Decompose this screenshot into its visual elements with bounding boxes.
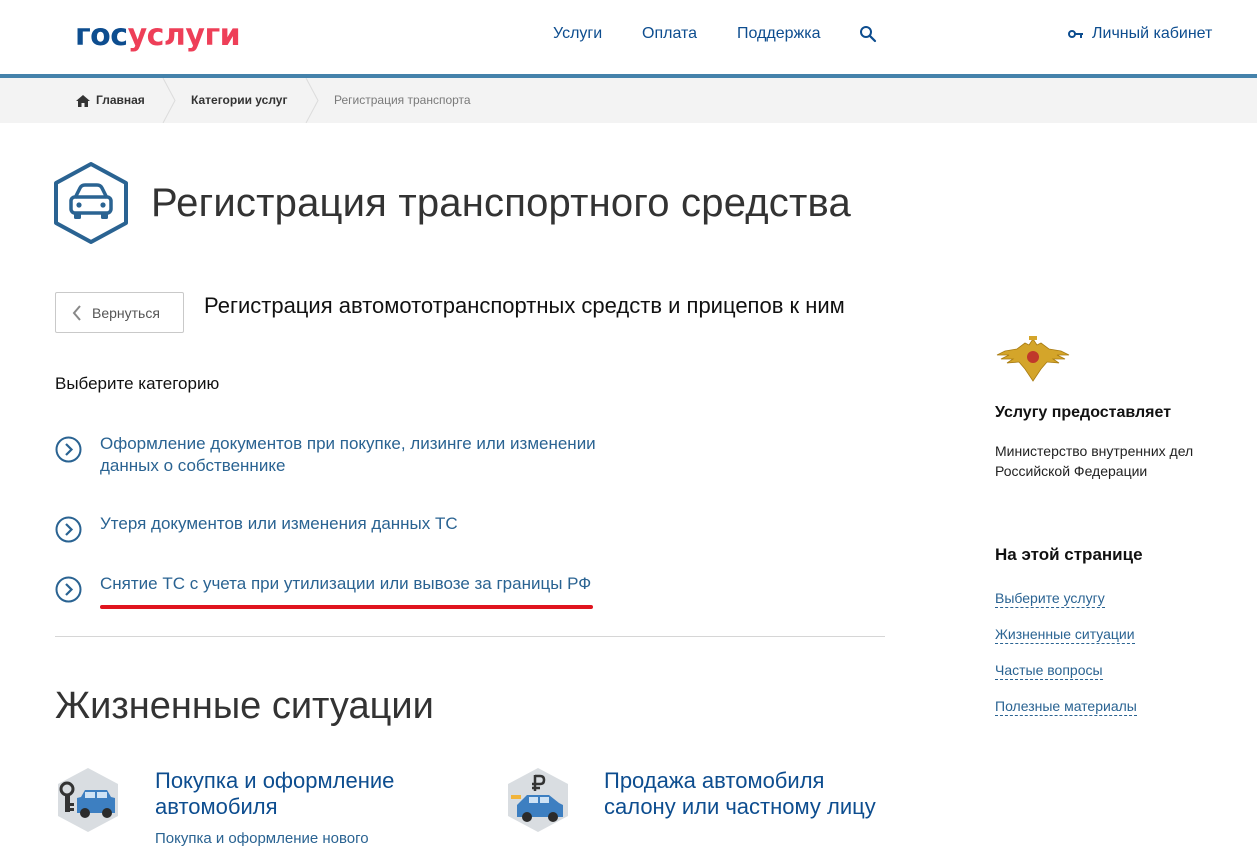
section-divider xyxy=(55,636,885,637)
search-icon[interactable] xyxy=(859,25,877,43)
on-page-link-life-situations[interactable]: Жизненные ситуации xyxy=(995,625,1135,644)
car-purchase-icon xyxy=(58,768,118,832)
car-sale-icon xyxy=(508,768,568,832)
on-page-link-faq[interactable]: Частые вопросы xyxy=(995,661,1103,680)
provider-name: Министерство внутренних дел Российской Ф… xyxy=(995,441,1225,481)
home-icon xyxy=(76,94,90,107)
car-category-icon xyxy=(54,162,128,244)
key-icon xyxy=(1068,30,1083,38)
category-link-purchase-leasing[interactable]: Оформление документов при покупке, лизин… xyxy=(55,433,596,477)
life-card-sale[interactable]: Продажа автомобиля салону или частному л… xyxy=(505,767,895,833)
highlight-underline xyxy=(100,605,593,609)
category-link-text: Утеря документов или изменения данных ТС xyxy=(100,514,458,533)
personal-cabinet-label: Личный кабинет xyxy=(1092,25,1213,42)
logo-part-gos: гос xyxy=(75,18,128,53)
nav-services[interactable]: Услуги xyxy=(553,24,602,44)
on-page-link-materials[interactable]: Полезные материалы xyxy=(995,697,1137,716)
breadcrumb-current: Регистрация транспорта xyxy=(334,93,471,107)
back-button-label: Вернуться xyxy=(92,304,160,321)
life-card-title: салону или частному лицу xyxy=(604,794,876,819)
provider-name-line: Министерство внутренних дел xyxy=(995,443,1194,459)
chevron-left-icon xyxy=(72,304,81,321)
breadcrumb-home-label: Главная xyxy=(96,93,145,107)
chevron-circle-right-icon xyxy=(55,516,82,543)
chevron-circle-right-icon xyxy=(55,436,82,463)
category-link-text: данных о собственнике xyxy=(100,456,286,475)
life-card-title: Продажа автомобиля xyxy=(604,768,825,793)
chevron-circle-right-icon xyxy=(55,576,82,603)
gosuslugi-logo[interactable]: госуслуги xyxy=(75,18,241,54)
category-link-deregistration[interactable]: Снятие ТС с учета при утилизации или выв… xyxy=(55,573,591,603)
choose-category-label: Выберите категорию xyxy=(55,374,220,393)
nav-payment[interactable]: Оплата xyxy=(642,24,697,44)
personal-cabinet-link[interactable]: Личный кабинет xyxy=(1068,24,1212,44)
life-card-purchase[interactable]: Покупка и оформление автомобиля xyxy=(55,767,435,833)
on-page-link-choose-service[interactable]: Выберите услугу xyxy=(995,589,1105,608)
back-button[interactable]: Вернуться xyxy=(55,292,184,333)
life-card-title: Покупка и оформление xyxy=(155,768,395,793)
breadcrumb-home[interactable]: Главная xyxy=(76,78,145,123)
site-header: госуслуги Услуги Оплата Поддержка Личный… xyxy=(0,0,1257,74)
category-link-text: Оформление документов при покупке, лизин… xyxy=(100,434,596,453)
category-link-text: Снятие ТС с учета при утилизации или выв… xyxy=(100,574,592,593)
breadcrumb-separator xyxy=(305,78,319,123)
breadcrumb-category[interactable]: Категории услуг xyxy=(191,78,287,123)
provider-heading: Услугу предоставляет xyxy=(995,404,1172,421)
provider-name-line: Российской Федерации xyxy=(995,463,1148,479)
mvd-emblem-icon xyxy=(996,336,1070,382)
logo-part-uslugi: услуги xyxy=(127,18,241,53)
breadcrumb: Главная Категории услуг Регистрация тран… xyxy=(0,78,1257,123)
page-title: Регистрация транспортного средства xyxy=(151,181,851,225)
life-card-title: автомобиля xyxy=(155,794,278,819)
category-link-lost-documents[interactable]: Утеря документов или изменения данных ТС xyxy=(55,513,458,543)
breadcrumb-separator xyxy=(162,78,176,123)
nav-support[interactable]: Поддержка xyxy=(737,24,820,44)
life-card-sub-link[interactable]: Покупка и оформление нового xyxy=(155,830,369,848)
on-this-page-heading: На этой странице xyxy=(995,545,1143,564)
service-subtitle: Регистрация автомототранспортных средств… xyxy=(204,293,845,318)
life-situations-title: Жизненные ситуации xyxy=(55,685,434,727)
